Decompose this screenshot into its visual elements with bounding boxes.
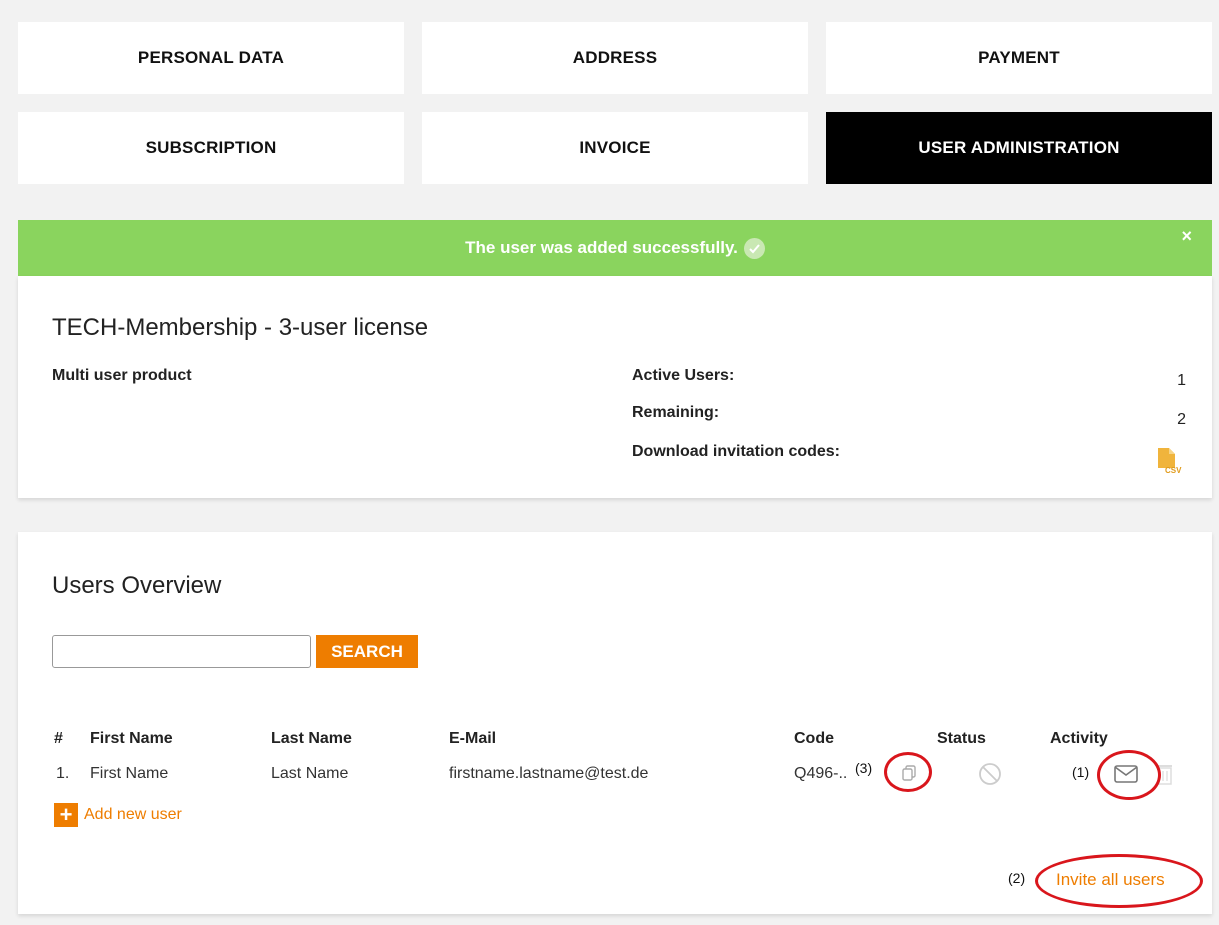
col-number: # (54, 730, 63, 747)
mail-icon[interactable] (1114, 765, 1138, 788)
search-input[interactable] (52, 635, 311, 668)
row-number: 1. (56, 765, 70, 782)
add-user-button[interactable]: + Add new user (54, 803, 182, 827)
check-circle-icon (743, 237, 765, 259)
alert-message: The user was added successfully. (465, 238, 738, 257)
tab-personal-data[interactable]: PERSONAL DATA (18, 22, 404, 94)
tab-payment[interactable]: PAYMENT (826, 22, 1212, 94)
add-user-label: Add new user (84, 806, 182, 823)
row-first-name: First Name (90, 765, 169, 782)
active-users-value: 1 (1177, 372, 1186, 389)
col-activity: Activity (1050, 730, 1108, 747)
csv-file-icon[interactable]: CSV (1154, 446, 1182, 479)
csv-label: CSV (1165, 466, 1182, 474)
col-email: E-Mail (449, 730, 497, 747)
success-alert: The user was added successfully. × (18, 220, 1212, 276)
users-overview-title: Users Overview (52, 572, 222, 599)
tab-subscription[interactable]: SUBSCRIPTION (18, 112, 404, 184)
row-last-name: Last Name (271, 765, 349, 782)
product-type: Multi user product (52, 367, 192, 384)
close-alert-button[interactable]: × (1181, 226, 1192, 247)
users-overview-card: Users Overview SEARCH # First Name Last … (18, 532, 1212, 914)
download-codes-label: Download invitation codes: (632, 443, 841, 460)
row-email: firstname.lastname@test.de (449, 765, 649, 782)
blocked-status-icon[interactable] (978, 762, 1002, 791)
trash-icon[interactable] (1156, 762, 1174, 791)
col-first-name: First Name (90, 730, 173, 747)
annotation-label-2: (2) (1008, 870, 1026, 886)
copy-icon[interactable] (900, 764, 918, 787)
invite-all-users-link[interactable]: Invite all users (1056, 870, 1165, 890)
row-code: Q496-.. (794, 765, 848, 782)
remaining-value: 2 (1177, 411, 1186, 428)
annotation-label-1: (1) (1072, 764, 1090, 780)
active-users-label: Active Users: (632, 367, 735, 384)
col-code: Code (794, 730, 834, 747)
license-title: TECH-Membership - 3-user license (52, 314, 429, 341)
tab-user-administration[interactable]: USER ADMINISTRATION (826, 112, 1212, 184)
license-card: TECH-Membership - 3-user license Multi u… (18, 276, 1212, 498)
plus-icon: + (54, 803, 78, 827)
search-button[interactable]: SEARCH (316, 635, 418, 668)
annotation-label-3: (3) (855, 760, 873, 776)
col-last-name: Last Name (271, 730, 352, 747)
col-status: Status (937, 730, 986, 747)
tab-address[interactable]: ADDRESS (422, 22, 808, 94)
remaining-label: Remaining: (632, 404, 720, 421)
tab-invoice[interactable]: INVOICE (422, 112, 808, 184)
